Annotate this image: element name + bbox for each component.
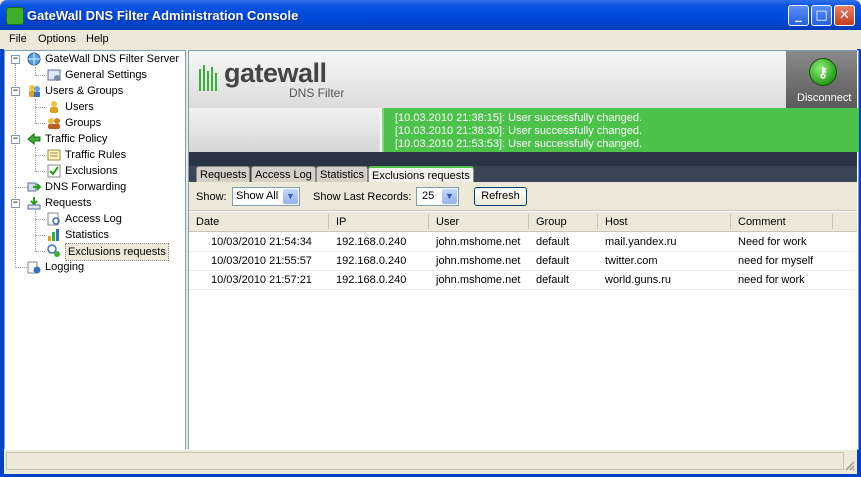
close-button[interactable]: ✕	[834, 5, 855, 26]
column-divider	[597, 214, 598, 229]
settings-icon	[47, 68, 61, 82]
cell-comment: Need for work	[738, 236, 807, 248]
tree-label: Requests	[45, 197, 92, 209]
logo-bars-icon	[199, 63, 221, 91]
column-header-group[interactable]: Group	[536, 216, 567, 228]
last-records-value: 25	[422, 190, 435, 202]
cell-group: default	[536, 255, 570, 267]
column-divider	[328, 214, 329, 229]
tree-label: Users & Groups	[45, 85, 124, 97]
expand-traffic-policy-toggle[interactable]: −	[11, 135, 20, 144]
app-icon	[6, 7, 24, 25]
cell-host: twitter.com	[605, 255, 658, 267]
cell-user: john.mshome.net	[436, 236, 521, 248]
menu-bar	[0, 30, 861, 49]
tree-label: General Settings	[65, 69, 147, 81]
resize-grip-icon[interactable]	[843, 459, 855, 471]
cell-group: default	[536, 274, 570, 286]
exclusions-check-icon	[47, 164, 61, 178]
menu-help[interactable]: Help	[86, 33, 109, 45]
user-icon	[47, 100, 61, 114]
tree-label: Groups	[65, 117, 102, 129]
last-records-label: Show Last Records:	[313, 191, 412, 203]
product-logo: gatewall	[224, 58, 327, 88]
column-header-host[interactable]: Host	[605, 216, 628, 228]
menu-file[interactable]: File	[9, 33, 27, 45]
cell-date: 10/03/2010 21:55:57	[211, 255, 312, 267]
column-header-user[interactable]: User	[436, 216, 459, 228]
column-divider	[528, 214, 529, 229]
product-subtitle: DNS Filter	[289, 86, 345, 100]
cell-user: john.mshome.net	[436, 255, 521, 267]
window-title: GateWall DNS Filter Administration Conso…	[27, 8, 299, 23]
show-select[interactable]: Show All ▼	[232, 187, 300, 206]
cell-user: john.mshome.net	[436, 274, 521, 286]
cell-group: default	[536, 236, 570, 248]
cell-date: 10/03/2010 21:54:34	[211, 236, 312, 248]
cell-ip: 192.168.0.240	[336, 274, 407, 286]
separator-band	[189, 152, 857, 166]
group-icon	[47, 116, 61, 130]
tree-label: DNS Forwarding	[45, 181, 127, 193]
cell-host: world.guns.ru	[605, 274, 672, 286]
message-line: [10.03.2010 21:53:53]: User successfully…	[395, 138, 643, 150]
tree-label: Statistics	[65, 229, 110, 241]
cell-date: 10/03/2010 21:57:21	[211, 274, 312, 286]
cell-comment: need for work	[738, 274, 805, 286]
tree-label: Users	[65, 101, 94, 113]
requests-icon	[27, 196, 41, 210]
exclusions-requests-icon	[47, 244, 61, 258]
column-divider	[730, 214, 731, 229]
column-header-date[interactable]: Date	[196, 216, 219, 228]
message-line: [10.03.2010 21:38:15]: User successfully…	[395, 112, 643, 124]
cell-ip: 192.168.0.240	[336, 236, 407, 248]
expand-users-groups-toggle[interactable]: −	[11, 87, 20, 96]
menu-options[interactable]: Options	[38, 33, 76, 45]
cell-comment: need for myself	[738, 255, 814, 267]
dns-forwarding-icon	[27, 180, 42, 194]
tree-label: Access Log	[65, 213, 122, 225]
message-line: [10.03.2010 21:38:30]: User successfully…	[395, 125, 643, 137]
traffic-policy-icon	[27, 132, 41, 146]
cell-host: mail.yandex.ru	[605, 236, 677, 248]
access-log-icon	[47, 212, 61, 226]
tab-statistics[interactable]: Statistics	[316, 166, 369, 182]
chevron-down-icon: ▼	[283, 189, 298, 204]
logging-icon	[27, 260, 41, 274]
refresh-button[interactable]: Refresh	[474, 187, 527, 206]
tree-label: GateWall DNS Filter Server	[45, 53, 180, 65]
tab-exclusions-requests[interactable]: Exclusions requests	[368, 166, 474, 183]
rules-icon	[47, 148, 61, 162]
cell-ip: 192.168.0.240	[336, 255, 407, 267]
statistics-chart-icon	[47, 228, 61, 242]
column-header-ip[interactable]: IP	[336, 216, 346, 228]
message-area-left	[189, 108, 380, 152]
maximize-button[interactable]: □	[811, 5, 832, 26]
navigation-tree: − GateWall DNS Filter Server General Set…	[4, 50, 186, 450]
tree-label: Traffic Rules	[65, 149, 127, 161]
tab-access-log[interactable]: Access Log	[251, 166, 316, 182]
tab-requests[interactable]: Requests	[196, 166, 251, 182]
show-label: Show:	[196, 191, 227, 203]
minimize-button[interactable]: _	[788, 5, 809, 26]
disconnect-label: Disconnect	[797, 92, 852, 104]
status-panel	[6, 452, 844, 470]
column-divider	[832, 214, 833, 229]
tree-label: Logging	[45, 261, 85, 273]
column-divider	[428, 214, 429, 229]
expand-requests-toggle[interactable]: −	[11, 199, 20, 208]
last-records-select[interactable]: 25 ▼	[416, 187, 459, 206]
tree-label: Traffic Policy	[45, 133, 108, 145]
users-groups-icon	[27, 84, 41, 98]
expand-server-toggle[interactable]: −	[11, 55, 20, 64]
tree-label: Exclusions	[65, 165, 118, 177]
key-icon: ⚷	[809, 58, 837, 86]
show-select-value: Show All	[236, 190, 279, 202]
chevron-down-icon: ▼	[442, 189, 457, 204]
column-header-comment[interactable]: Comment	[738, 216, 786, 228]
server-globe-icon	[27, 52, 41, 66]
